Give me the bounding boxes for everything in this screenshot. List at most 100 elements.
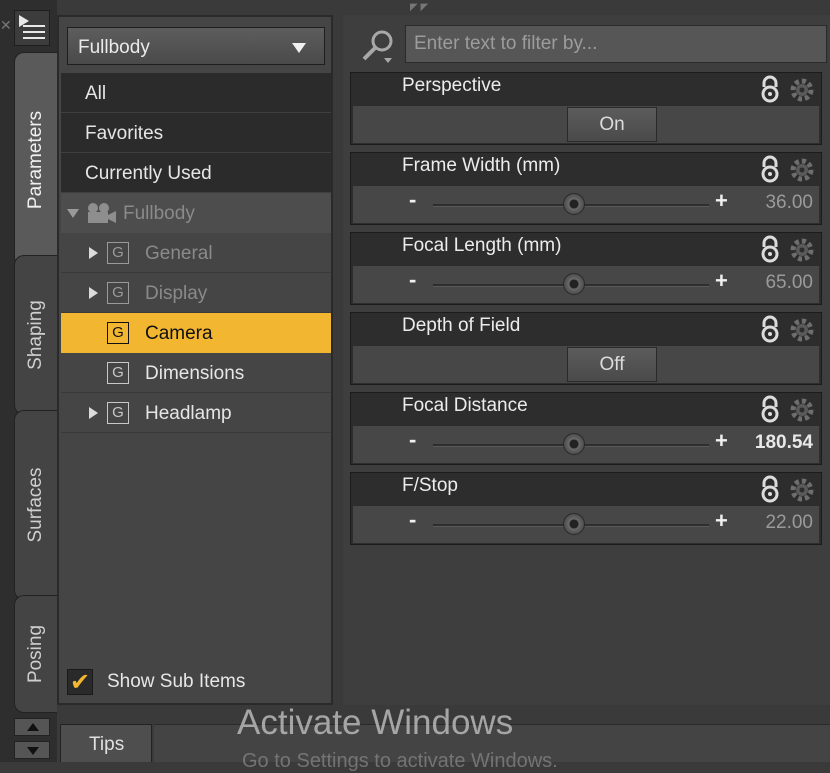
- show-sub-items-checkbox[interactable]: ✔ Show Sub Items: [67, 667, 307, 697]
- expand-arrow-icon[interactable]: [89, 407, 98, 419]
- perspective-toggle-button[interactable]: On: [567, 107, 657, 142]
- param-body: - + 180.54: [353, 426, 819, 463]
- param-body: - + 22.00: [353, 506, 819, 543]
- tab-parameters-label: Parameters: [25, 110, 46, 209]
- group-icon: G: [107, 322, 129, 344]
- param-title: Perspective: [402, 75, 502, 96]
- dock-handle-icon[interactable]: ✕: [0, 8, 12, 44]
- frame-width-value[interactable]: 36.00: [765, 192, 813, 214]
- decrement-button[interactable]: -: [409, 187, 416, 213]
- param-title: Focal Length (mm): [402, 235, 562, 256]
- lock-icon[interactable]: [759, 395, 781, 423]
- gear-icon[interactable]: [789, 157, 815, 183]
- tree-item-general-label: General: [145, 243, 213, 264]
- tree-item-favorites[interactable]: Favorites: [61, 113, 331, 153]
- tree-item-all[interactable]: All: [61, 73, 331, 113]
- tabs-scroll-down-button[interactable]: [14, 741, 50, 759]
- focal-length-value[interactable]: 65.00: [765, 272, 813, 294]
- param-title: F/Stop: [402, 475, 458, 496]
- tree-item-camera-label: Camera: [145, 323, 213, 344]
- slider-knob[interactable]: [563, 273, 585, 295]
- filter-input[interactable]: [405, 25, 827, 63]
- decrement-button[interactable]: -: [409, 267, 416, 293]
- gear-icon[interactable]: [789, 317, 815, 343]
- panel-menu-button[interactable]: [14, 10, 50, 46]
- tab-posing[interactable]: Posing: [14, 595, 57, 713]
- node-selector-dropdown[interactable]: Fullbody: [67, 27, 325, 65]
- checkmark-icon: ✔: [70, 668, 91, 696]
- decrement-button[interactable]: -: [409, 427, 416, 453]
- search-filter-icon[interactable]: [360, 28, 396, 64]
- tree-root-fullbody[interactable]: Fullbody: [61, 193, 331, 233]
- slider-knob[interactable]: [563, 513, 585, 535]
- collapse-arrow-icon[interactable]: [67, 209, 79, 218]
- group-icon: G: [107, 242, 129, 264]
- lock-icon[interactable]: [759, 315, 781, 343]
- tree-item-currently-used-label: Currently Used: [85, 163, 212, 184]
- tab-posing-label: Posing: [25, 624, 46, 684]
- focal-distance-value[interactable]: 180.54: [755, 432, 813, 454]
- tab-surfaces[interactable]: Surfaces: [14, 410, 57, 600]
- param-title: Frame Width (mm): [402, 155, 561, 176]
- tab-tips-label: Tips: [89, 734, 125, 755]
- panel-grip-icon[interactable]: ◤ ◤: [410, 2, 428, 13]
- param-depth-of-field: Depth of Field Off: [350, 312, 822, 385]
- tab-parameters[interactable]: Parameters: [14, 52, 57, 267]
- param-title: Depth of Field: [402, 315, 521, 336]
- gear-icon[interactable]: [789, 77, 815, 103]
- tree-item-currently-used[interactable]: Currently Used: [61, 153, 331, 193]
- tree-item-all-label: All: [85, 83, 107, 104]
- param-body: - + 36.00: [353, 186, 819, 223]
- parameters-panel: Perspective On Frame Width (mm) - + 36.0…: [343, 15, 830, 705]
- group-icon: G: [107, 282, 129, 304]
- param-frame-width: Frame Width (mm) - + 36.00: [350, 152, 822, 225]
- increment-button[interactable]: +: [715, 268, 728, 294]
- lock-icon[interactable]: [759, 235, 781, 263]
- param-perspective: Perspective On: [350, 72, 822, 145]
- camera-icon: [88, 203, 116, 223]
- param-title: Focal Distance: [402, 395, 528, 416]
- tab-shaping-label: Shaping: [25, 300, 46, 370]
- tab-surfaces-label: Surfaces: [25, 467, 46, 543]
- lock-icon[interactable]: [759, 75, 781, 103]
- param-f-stop: F/Stop - + 22.00: [350, 472, 822, 545]
- increment-button[interactable]: +: [715, 428, 728, 454]
- tree-item-dimensions-label: Dimensions: [145, 363, 245, 384]
- node-selector-value: Fullbody: [78, 37, 150, 58]
- f-stop-value[interactable]: 22.00: [765, 512, 813, 534]
- tab-tips[interactable]: Tips: [60, 724, 152, 762]
- tabs-scroll-up-button[interactable]: [14, 718, 50, 736]
- param-focal-length: Focal Length (mm) - + 65.00: [350, 232, 822, 305]
- expand-arrow-icon[interactable]: [89, 247, 98, 259]
- group-icon: G: [107, 362, 129, 384]
- checkbox-box[interactable]: ✔: [67, 668, 93, 696]
- gear-icon[interactable]: [789, 237, 815, 263]
- decrement-button[interactable]: -: [409, 507, 416, 533]
- group-icon: G: [107, 402, 129, 424]
- param-body: - + 65.00: [353, 266, 819, 303]
- tree-item-display[interactable]: G Display: [61, 273, 331, 313]
- lock-icon[interactable]: [759, 475, 781, 503]
- lock-icon[interactable]: [759, 155, 781, 183]
- depth-of-field-toggle-button[interactable]: Off: [567, 347, 657, 382]
- tree-item-display-label: Display: [145, 283, 208, 304]
- tree-item-general[interactable]: G General: [61, 233, 331, 273]
- activate-windows-watermark: Activate Windows: [237, 703, 514, 742]
- gear-icon[interactable]: [789, 397, 815, 423]
- slider-knob[interactable]: [563, 433, 585, 455]
- tree-item-headlamp[interactable]: G Headlamp: [61, 393, 331, 433]
- increment-button[interactable]: +: [715, 188, 728, 214]
- param-body: On: [353, 106, 819, 143]
- tab-shaping[interactable]: Shaping: [14, 255, 57, 415]
- chevron-down-icon: [292, 43, 306, 53]
- tree-item-dimensions[interactable]: G Dimensions: [61, 353, 331, 393]
- tree-item-camera[interactable]: G Camera: [61, 313, 331, 353]
- param-focal-distance: Focal Distance - + 180.54: [350, 392, 822, 465]
- param-body: Off: [353, 346, 819, 383]
- increment-button[interactable]: +: [715, 508, 728, 534]
- gear-icon[interactable]: [789, 477, 815, 503]
- expand-arrow-icon[interactable]: [89, 287, 98, 299]
- slider-knob[interactable]: [563, 193, 585, 215]
- show-sub-items-label: Show Sub Items: [107, 671, 246, 692]
- tree-item-favorites-label: Favorites: [85, 123, 164, 144]
